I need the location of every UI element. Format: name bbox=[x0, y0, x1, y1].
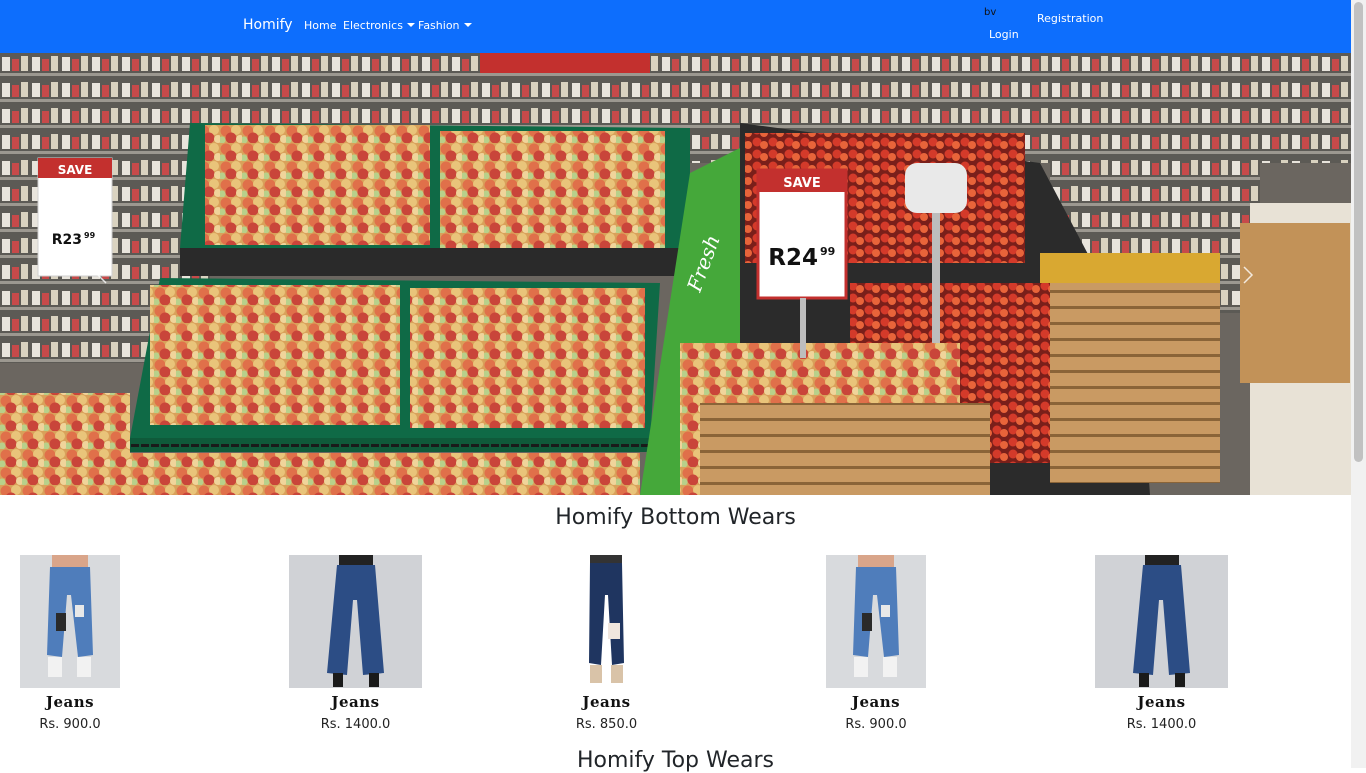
product-name[interactable]: Jeans bbox=[289, 693, 422, 711]
product-price: Rs. 1400.0 bbox=[1126, 717, 1197, 732]
nav-fashion-dropdown[interactable]: Fashion bbox=[418, 19, 472, 32]
chevron-left-icon bbox=[96, 266, 107, 284]
navbar: Homify Home Electronics Fashion bv Login… bbox=[0, 0, 1351, 53]
price-tag-left-label: SAVE bbox=[58, 163, 93, 177]
price-tag-left-cents: 99 bbox=[84, 231, 96, 240]
price-tag-right-price: R24 bbox=[768, 245, 818, 271]
product-price: Rs. 1400.0 bbox=[320, 717, 391, 732]
hero-carousel: Fresh SAVE R23 99 SAVE R24 99 bbox=[0, 53, 1351, 495]
scrollbar-thumb[interactable] bbox=[1354, 2, 1363, 462]
login-link[interactable]: Login bbox=[989, 28, 1019, 41]
price-tag-left: SAVE R23 99 bbox=[37, 157, 113, 277]
price-tag-left-price: R23 bbox=[52, 232, 82, 248]
hero-image: Fresh SAVE R23 99 SAVE R24 99 bbox=[0, 53, 1351, 495]
price-tag-right-cents: 99 bbox=[820, 245, 835, 258]
product-name[interactable]: Jeans bbox=[826, 693, 926, 711]
section-title-bottom-wears: Homify Bottom Wears bbox=[555, 505, 796, 530]
product-image[interactable] bbox=[289, 555, 422, 688]
price-tag-right-label: SAVE bbox=[783, 176, 820, 191]
product-name[interactable]: Jeans bbox=[558, 693, 655, 711]
nav-electronics-dropdown[interactable]: Electronics bbox=[343, 19, 415, 32]
nav-home-link[interactable]: Home bbox=[304, 19, 336, 32]
product-image[interactable] bbox=[1095, 555, 1228, 688]
nav-electronics-label: Electronics bbox=[343, 19, 403, 32]
registration-link[interactable]: Registration bbox=[1037, 12, 1103, 25]
product-name[interactable]: Jeans bbox=[1095, 693, 1228, 711]
product-price: Rs. 900.0 bbox=[845, 717, 907, 732]
chevron-right-icon bbox=[1243, 266, 1254, 284]
product-image[interactable] bbox=[578, 555, 635, 688]
product-price: Rs. 900.0 bbox=[39, 717, 101, 732]
section-title-top-wears: Homify Top Wears bbox=[576, 748, 775, 773]
brand-link[interactable]: Homify bbox=[243, 17, 293, 33]
product-image[interactable] bbox=[20, 555, 120, 688]
product-price: Rs. 850.0 bbox=[575, 717, 638, 732]
product-name[interactable]: Jeans bbox=[20, 693, 120, 711]
user-name: bv bbox=[984, 7, 997, 18]
carousel-prev-button[interactable] bbox=[92, 263, 112, 287]
nav-fashion-label: Fashion bbox=[418, 19, 460, 32]
chevron-down-icon bbox=[463, 23, 472, 27]
carousel-next-button[interactable] bbox=[1238, 263, 1258, 287]
product-image[interactable] bbox=[826, 555, 926, 688]
chevron-down-icon bbox=[406, 23, 415, 27]
page-scrollbar[interactable] bbox=[1351, 0, 1366, 768]
